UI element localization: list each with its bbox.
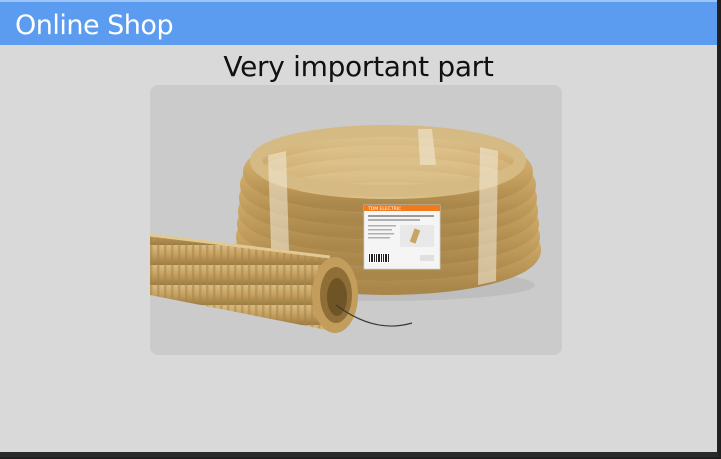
product-heading: Very important part: [223, 50, 494, 83]
window-title: Online Shop: [15, 10, 174, 41]
app-window: Online Shop Very important part TDM ELEC…: [0, 0, 719, 457]
product-image: TDM ELECTRIC: [150, 85, 562, 355]
package-label: TDM ELECTRIC: [363, 204, 441, 270]
package-brand-text: TDM ELECTRIC: [367, 206, 401, 212]
title-bar: Online Shop: [0, 0, 717, 45]
